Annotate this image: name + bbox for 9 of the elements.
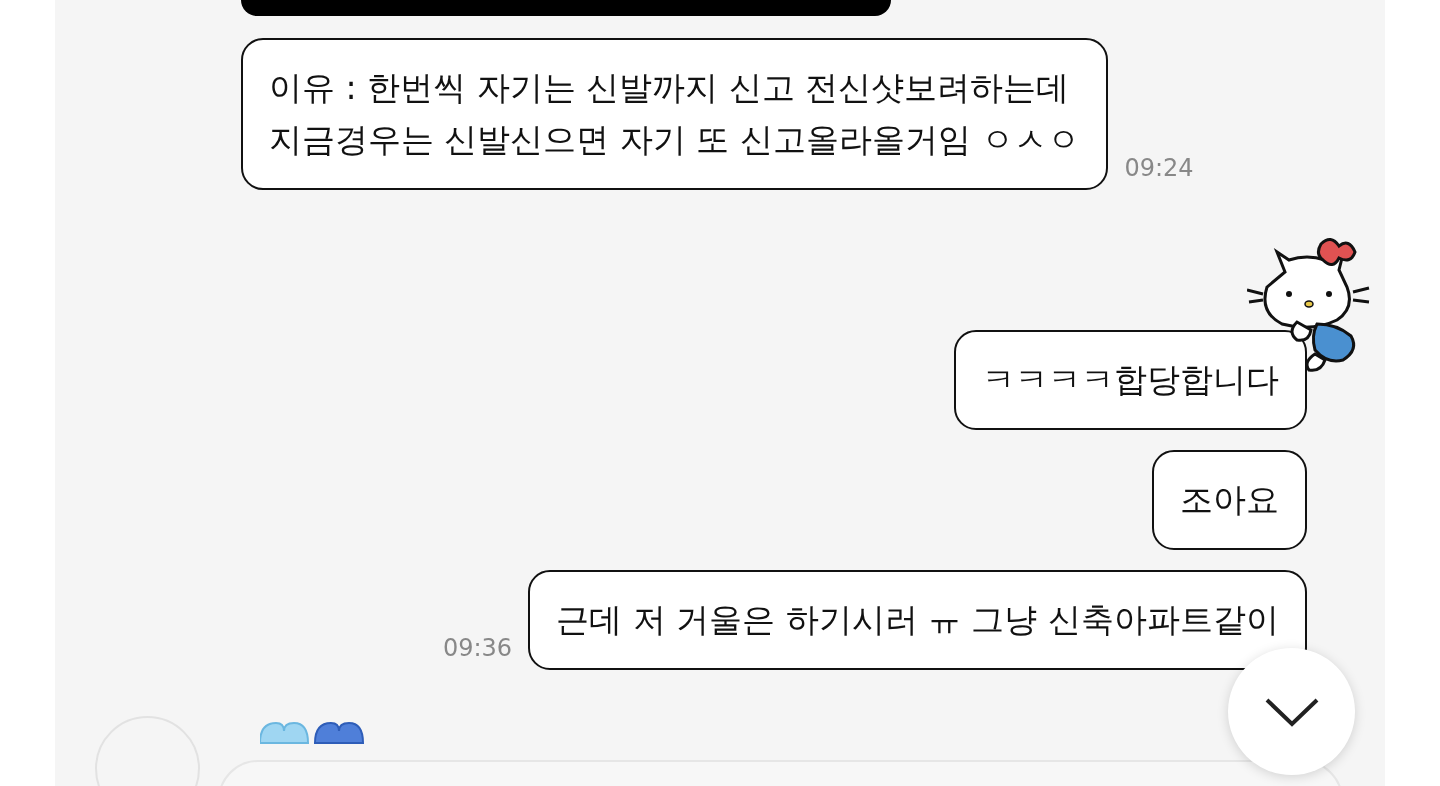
message-bubble: 조아요 [1152,450,1307,550]
heart-icon [260,722,310,744]
heart-icon [314,722,364,744]
chevron-down-icon [1263,696,1320,727]
message-bubble: 근데 저 거울은 하기시러 ㅠ 그냥 신축아파트같이 [528,570,1307,670]
message-bubble: ㅋㅋㅋㅋ합당합니다 [954,330,1307,430]
message-time: 09:24 [1124,153,1194,184]
message-bubble: 이유 : 한번씩 자기는 신발까지 신고 전신샷보려하는데 지금경우는 신발신으면 자기 또 신고올라올거임 ㅇㅅㅇ [241,38,1109,190]
message-time: 09:36 [442,633,513,664]
